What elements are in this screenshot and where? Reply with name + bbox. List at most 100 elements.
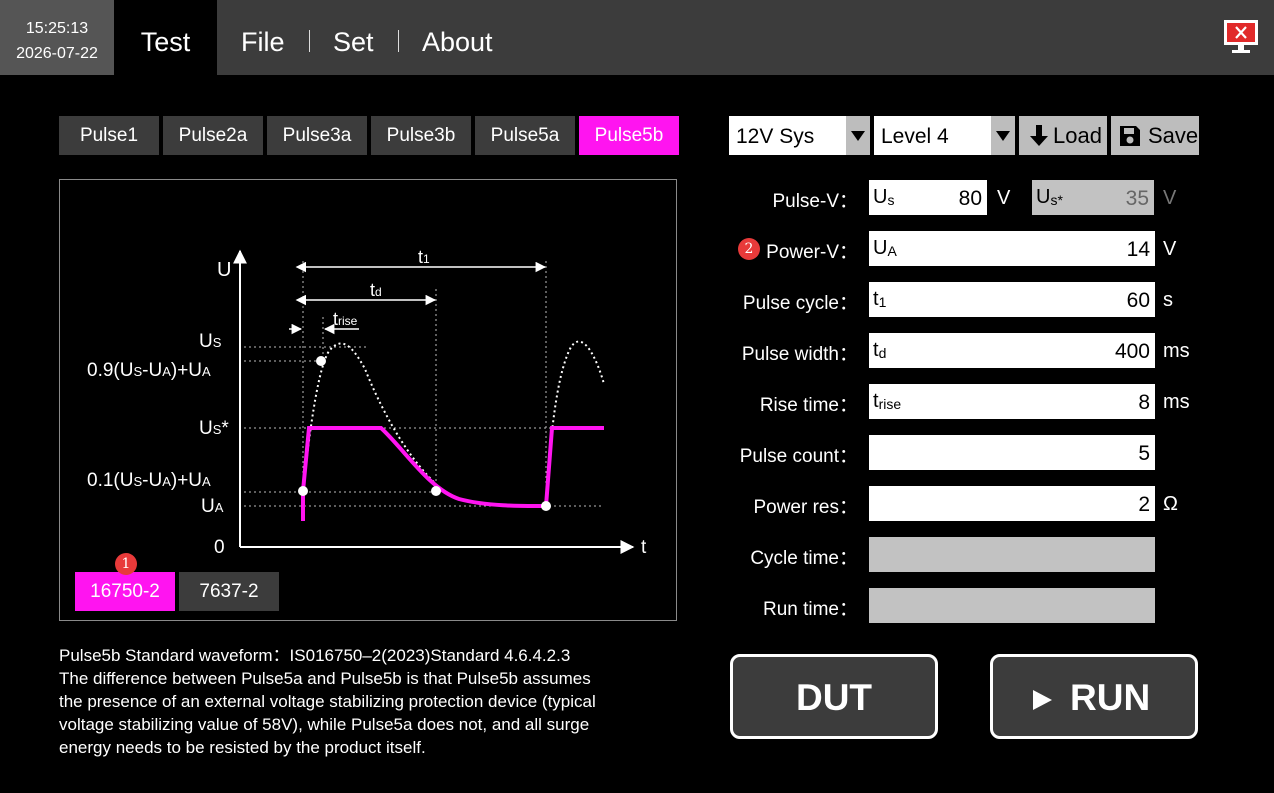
power-res-label: Power res： (753, 497, 858, 518)
pulse-cycle-field[interactable]: t1 60 (869, 282, 1155, 317)
power-v-label: Power-V： (766, 242, 858, 263)
tab-pulse1[interactable]: Pulse1 (59, 116, 159, 155)
description-line: energy needs to be resisted by the produ… (59, 738, 426, 757)
description: Pulse5b Standard waveform：IS016750–2(202… (59, 644, 699, 759)
pulse-vs-star-field: Us* 35 (1032, 180, 1154, 215)
label-t1: t1 (418, 247, 430, 267)
tab-std-7637[interactable]: 7637-2 (179, 572, 279, 611)
label-01: 0.1(US-UA)+UA (87, 470, 211, 491)
pulse-cycle-label: Pulse cycle： (742, 293, 858, 314)
point-next (541, 501, 551, 511)
tab-pulse2a[interactable]: Pulse2a (163, 116, 263, 155)
description-line: Pulse5b Standard waveform：IS016750–2(202… (59, 646, 571, 665)
menu-divider (309, 30, 310, 52)
pulse-vs-star-unit: V (1163, 187, 1177, 209)
pulse-v-symbol: Us (873, 186, 895, 209)
pulse-v-unit: V (997, 187, 1011, 209)
next-surge-curve (545, 340, 605, 508)
description-line: voltage stabilizing value of 58V), while… (59, 715, 590, 734)
clock-date: 2026-07-22 (16, 45, 98, 62)
run-time-label: Run time： (762, 599, 858, 620)
menu-file[interactable]: File (241, 0, 285, 75)
origin-label: 0 (214, 537, 225, 558)
menu-test[interactable]: Test (114, 0, 217, 75)
rise-time-value: 8 (1138, 391, 1150, 414)
tab-std-16750[interactable]: 16750-2 (75, 572, 175, 611)
clock: 15:25:13 2026-07-22 (0, 0, 114, 75)
pulse-v-field[interactable]: Us 80 (869, 180, 987, 215)
pulse-width-unit: ms (1163, 340, 1190, 362)
badge-1: 1 (115, 553, 137, 575)
pulse-width-value: 400 (1114, 340, 1150, 363)
pulse-vs-star-value: 35 (1125, 187, 1149, 210)
cycle-time-field (869, 537, 1155, 572)
menu-about[interactable]: About (422, 0, 493, 75)
pulse-width-field[interactable]: td 400 (869, 333, 1155, 368)
power-res-field[interactable]: 2 (869, 486, 1155, 521)
pulse-cycle-symbol: t1 (873, 288, 887, 311)
pulse-width-symbol: td (873, 339, 887, 362)
chevron-down-icon (991, 116, 1015, 155)
pulse-width-label: Pulse width： (741, 344, 858, 365)
power-res-unit: Ω (1163, 493, 1178, 515)
pulse-count-value: 5 (1138, 442, 1150, 465)
power-v-unit: V (1163, 238, 1177, 260)
axis-x-label: t (641, 537, 647, 558)
play-icon (1033, 690, 1052, 710)
menu-set[interactable]: Set (333, 0, 374, 75)
point-td (431, 486, 441, 496)
power-v-field[interactable]: UA 14 (869, 231, 1155, 266)
clock-time: 15:25:13 (25, 20, 89, 37)
waveform-diagram: U t 0 US 0.9(US-UA)+UA US* 0.1(US-UA)+UA… (59, 179, 677, 621)
run-time-field (869, 588, 1155, 623)
system-select-value: 12V Sys (736, 125, 815, 148)
save-button[interactable]: Save (1111, 116, 1199, 155)
pulse-count-field[interactable]: 5 (869, 435, 1155, 470)
axis-y-label: U (217, 259, 231, 281)
label-trise: trise (333, 309, 358, 329)
label-09: 0.9(US-UA)+UA (87, 360, 211, 381)
label-us-star: US* (199, 418, 229, 439)
label-ua: UA (201, 496, 224, 517)
waveform-svg: U t 0 US 0.9(US-UA)+UA US* 0.1(US-UA)+UA… (87, 247, 647, 558)
point-09 (316, 356, 326, 366)
dut-label: DUT (795, 677, 873, 718)
pulse-cycle-value: 60 (1126, 289, 1150, 312)
dut-button[interactable]: DUT (730, 654, 938, 739)
tab-pulse5a[interactable]: Pulse5a (475, 116, 575, 155)
tab-pulse3b[interactable]: Pulse3b (371, 116, 471, 155)
label-td: td (370, 280, 382, 300)
menu-divider (398, 30, 399, 52)
system-select[interactable]: 12V Sys (729, 116, 870, 155)
chevron-down-icon (846, 116, 870, 155)
pulse-v-value: 80 (958, 187, 982, 210)
clamped-waveform (301, 426, 604, 521)
power-v-value: 14 (1126, 238, 1150, 261)
level-select-value: Level 4 (881, 125, 949, 148)
load-button[interactable]: Load (1019, 116, 1107, 155)
rise-time-field[interactable]: trise 8 (869, 384, 1155, 419)
save-label: Save (1148, 123, 1199, 148)
rise-time-label: Rise time： (759, 395, 858, 416)
run-label: RUN (1070, 677, 1151, 718)
download-arrow-icon (1030, 125, 1048, 146)
power-res-value: 2 (1138, 493, 1150, 516)
power-v-symbol: UA (873, 237, 897, 260)
pulse-v-label: Pulse-V： (772, 191, 858, 212)
floppy-disk-icon (1120, 126, 1140, 146)
tab-pulse5b[interactable]: Pulse5b (579, 116, 679, 155)
cycle-time-label: Cycle time： (750, 548, 858, 569)
pulse-cycle-unit: s (1163, 289, 1173, 311)
run-button[interactable]: RUN (990, 654, 1198, 739)
rise-time-unit: ms (1163, 391, 1190, 413)
pulse-count-label: Pulse count： (739, 446, 858, 467)
rise-time-symbol: trise (873, 390, 902, 413)
point-01 (298, 486, 308, 496)
description-line: the presence of an external voltage stab… (59, 692, 596, 711)
tab-pulse3a[interactable]: Pulse3a (267, 116, 367, 155)
level-select[interactable]: Level 4 (874, 116, 1015, 155)
pulse-vs-star-symbol: Us* (1036, 186, 1063, 209)
load-label: Load (1053, 123, 1102, 148)
top-bar: 15:25:13 2026-07-22 Test File Set About (0, 0, 1274, 75)
monitor-close-icon[interactable] (1222, 18, 1260, 56)
